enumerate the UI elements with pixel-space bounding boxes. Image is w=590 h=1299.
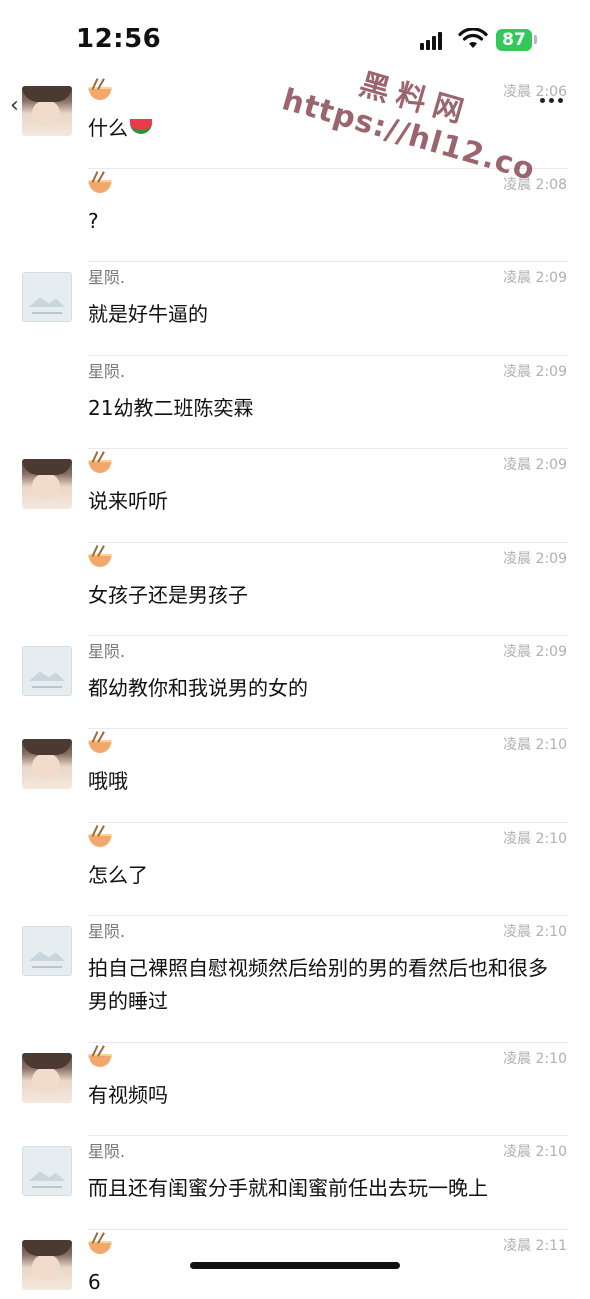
message-time: 凌晨 2:10 [503, 737, 567, 753]
message-row[interactable]: 凌晨 2:10 哦哦 [0, 729, 590, 823]
message-time: 凌晨 2:06 [503, 84, 567, 100]
message-text-content: 怎么了 [88, 863, 148, 887]
home-indicator[interactable] [190, 1262, 400, 1269]
message-time: 凌晨 2:09 [503, 457, 567, 473]
avatar[interactable] [22, 1053, 72, 1103]
noodle-bowl-icon [88, 545, 112, 569]
avatar[interactable] [22, 646, 72, 696]
message-text: 有视频吗 [88, 1079, 566, 1112]
message-time: 凌晨 2:09 [503, 644, 567, 660]
avatar[interactable] [22, 272, 72, 322]
message-time: 凌晨 2:10 [503, 1144, 567, 1160]
noodle-bowl-icon [88, 171, 112, 195]
message-text: 什么 [88, 112, 566, 145]
message-text: 就是好牛逼的 [88, 298, 566, 331]
noodle-bowl-icon [88, 731, 112, 755]
avatar[interactable] [22, 926, 72, 976]
message-time: 凌晨 2:09 [503, 364, 567, 380]
message-time: 凌晨 2:08 [503, 177, 567, 193]
message-row[interactable]: 星陨. 凌晨 2:09 都幼教你和我说男的女的 [0, 636, 590, 729]
status-time: 12:56 [76, 24, 162, 54]
noodle-bowl-icon [88, 451, 112, 475]
message-text-content: ? [88, 209, 99, 233]
avatar[interactable] [22, 1146, 72, 1196]
message-text-content: 女孩子还是男孩子 [88, 583, 248, 607]
message-text: 拍自己裸照自慰视频然后给别的男的看然后也和很多男的睡过 [88, 952, 566, 1018]
sender-name: 星陨. [88, 362, 126, 381]
message-row[interactable]: 星陨. 凌晨 2:09 21幼教二班陈奕霖 [0, 356, 590, 449]
message-row[interactable]: 凌晨 2:09 说来听听 [0, 449, 590, 543]
message-text-content: 说来听听 [88, 489, 168, 513]
message-text: 说来听听 [88, 485, 566, 518]
message-text: 21幼教二班陈奕霖 [88, 392, 566, 425]
message-text-content: 就是好牛逼的 [88, 302, 208, 326]
message-text-content: 21幼教二班陈奕霖 [88, 396, 254, 420]
message-text: 6 [88, 1266, 566, 1299]
message-text-content: 拍自己裸照自慰视频然后给别的男的看然后也和很多男的睡过 [88, 956, 548, 1013]
avatar[interactable] [22, 459, 72, 509]
message-row[interactable]: 凌晨 2:09 女孩子还是男孩子 [0, 543, 590, 636]
message-time: 凌晨 2:10 [503, 831, 567, 847]
message-row[interactable]: 星陨. 凌晨 2:10 而且还有闺蜜分手就和闺蜜前任出去玩一晚上 [0, 1136, 590, 1230]
message-text-content: 都幼教你和我说男的女的 [88, 676, 308, 700]
avatar[interactable] [22, 1240, 72, 1290]
message-text-content: 哦哦 [88, 769, 128, 793]
message-text: 女孩子还是男孩子 [88, 579, 566, 612]
message-text-content: 6 [88, 1270, 101, 1294]
noodle-bowl-icon [88, 78, 112, 102]
battery-icon: 87 [496, 29, 532, 51]
battery-cap [534, 35, 537, 44]
message-row[interactable]: 凌晨 2:06 什么 [0, 76, 590, 169]
message-text: 而且还有闺蜜分手就和闺蜜前任出去玩一晚上 [88, 1172, 566, 1205]
message-text: 怎么了 [88, 859, 566, 892]
message-text: 哦哦 [88, 765, 566, 798]
message-row[interactable]: 凌晨 2:08? [0, 169, 590, 262]
message-time: 凌晨 2:10 [503, 924, 567, 940]
message-row[interactable]: 凌晨 2:10 有视频吗 [0, 1043, 590, 1136]
avatar[interactable] [22, 86, 72, 136]
message-row[interactable]: 凌晨 2:11 6 [0, 1230, 590, 1294]
message-text-content: 而且还有闺蜜分手就和闺蜜前任出去玩一晚上 [88, 1176, 488, 1200]
message-time: 凌晨 2:09 [503, 551, 567, 567]
message-text-content: 有视频吗 [88, 1083, 168, 1107]
message-text: 都幼教你和我说男的女的 [88, 672, 566, 705]
message-time: 凌晨 2:09 [503, 270, 567, 286]
message-time: 凌晨 2:11 [503, 1238, 567, 1254]
sender-name: 星陨. [88, 642, 126, 661]
cellular-signal-icon [420, 32, 446, 50]
wifi-icon [458, 28, 488, 48]
sender-name: 星陨. [88, 268, 126, 287]
noodle-bowl-icon [88, 1045, 112, 1069]
noodle-bowl-icon [88, 825, 112, 849]
status-bar: 12:56 87 [0, 0, 590, 76]
sender-name: 星陨. [88, 922, 126, 941]
message-time: 凌晨 2:10 [503, 1051, 567, 1067]
noodle-bowl-icon [88, 1232, 112, 1256]
message-row[interactable]: 星陨. 凌晨 2:09 就是好牛逼的 [0, 262, 590, 356]
message-row[interactable]: 凌晨 2:10 怎么了 [0, 823, 590, 916]
message-row[interactable]: 星陨. 凌晨 2:10 拍自己裸照自慰视频然后给别的男的看然后也和很多男的睡过 [0, 916, 590, 1043]
sender-name: 星陨. [88, 1142, 126, 1161]
message-text: ? [88, 205, 566, 238]
message-text-content: 什么 [88, 116, 128, 140]
watermelon-icon [130, 119, 152, 137]
avatar[interactable] [22, 739, 72, 789]
